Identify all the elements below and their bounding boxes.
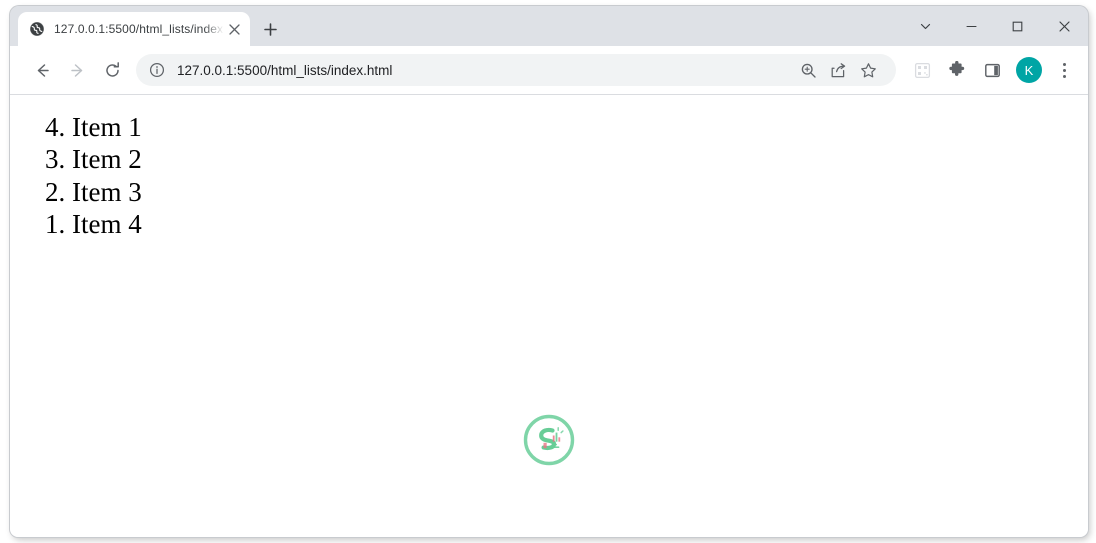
list-item: Item 3 — [72, 176, 1080, 208]
forward-button[interactable] — [61, 54, 93, 86]
list-item: Item 1 — [72, 111, 1080, 143]
maximize-icon[interactable] — [994, 10, 1040, 42]
menu-dot — [1062, 68, 1066, 72]
ordered-list: Item 1 Item 2 Item 3 Item 4 — [18, 111, 1080, 241]
chevron-down-icon[interactable] — [902, 10, 948, 42]
menu-dot — [1062, 62, 1066, 66]
qr-code-icon[interactable] — [907, 55, 937, 85]
page-viewport: Item 1 Item 2 Item 3 Item 4 — [10, 95, 1088, 537]
close-icon[interactable] — [1040, 10, 1088, 42]
address-bar-url: 127.0.0.1:5500/html_lists/index.html — [177, 62, 393, 78]
list-item: Item 2 — [72, 143, 1080, 175]
star-icon[interactable] — [854, 56, 882, 84]
chrome-menu-button[interactable] — [1050, 55, 1078, 85]
close-icon[interactable] — [224, 19, 244, 39]
side-panel-icon[interactable] — [977, 55, 1007, 85]
window-controls — [902, 6, 1088, 46]
list-item-text: Item 2 — [72, 144, 142, 175]
reload-button[interactable] — [96, 54, 128, 86]
tab-strip: 127.0.0.1:5500/html_lists/index. — [10, 6, 1088, 46]
minimize-icon[interactable] — [948, 10, 994, 42]
address-bar[interactable]: 127.0.0.1:5500/html_lists/index.html — [136, 54, 896, 86]
list-item: Item 4 — [72, 208, 1080, 240]
avatar[interactable]: K — [1016, 57, 1042, 83]
info-circle-icon[interactable] — [148, 61, 166, 79]
desktop-backdrop: 127.0.0.1:5500/html_lists/index. 127.0.0… — [0, 0, 1096, 543]
share-icon[interactable] — [824, 56, 852, 84]
new-tab-button[interactable] — [256, 15, 284, 43]
page-content: Item 1 Item 2 Item 3 Item 4 — [10, 95, 1088, 249]
back-button[interactable] — [26, 54, 58, 86]
browser-toolbar: 127.0.0.1:5500/html_lists/index.html K — [10, 46, 1088, 95]
puzzle-piece-icon[interactable] — [942, 55, 972, 85]
search-zoom-icon[interactable] — [794, 56, 822, 84]
browser-tab[interactable]: 127.0.0.1:5500/html_lists/index. — [18, 12, 250, 46]
browser-window: 127.0.0.1:5500/html_lists/index. 127.0.0… — [10, 6, 1088, 537]
s-chart-logo-icon — [522, 413, 576, 467]
list-item-text: Item 3 — [72, 176, 142, 207]
list-item-text: Item 1 — [72, 112, 142, 142]
globe-icon — [28, 21, 45, 38]
tab-title: 127.0.0.1:5500/html_lists/index. — [54, 22, 224, 36]
menu-dot — [1062, 74, 1066, 78]
list-item-text: Item 4 — [72, 209, 142, 240]
